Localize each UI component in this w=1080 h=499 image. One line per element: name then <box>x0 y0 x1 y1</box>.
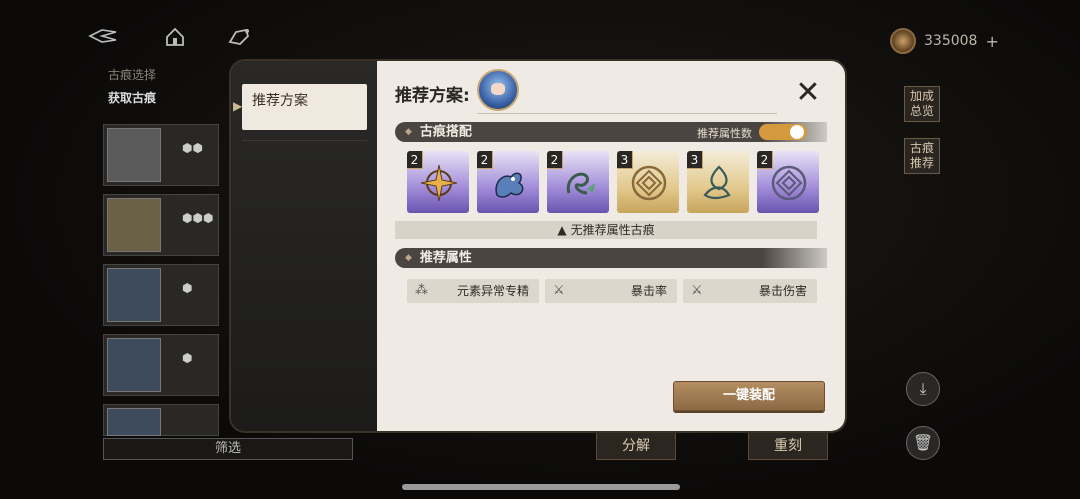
trace-card[interactable]: 3 <box>687 151 749 213</box>
section-bullet-icon: ◆ <box>405 253 412 263</box>
recommend-plan-dialog: ▶ 推荐方案 推荐方案: ✕ ◆ 古痕搭配 推荐属性数 2 2 2 3 3 2 … <box>231 61 845 431</box>
trace-thumbnail <box>107 128 161 182</box>
add-currency-button[interactable]: + <box>985 32 998 51</box>
trace-thumbnail <box>107 338 161 392</box>
trace-thumbnail <box>107 408 161 436</box>
warning-icon: ▲ <box>557 223 567 237</box>
divider <box>477 113 777 114</box>
screen: 335008 + 古痕选择 获取古痕 ⬢⬢ ⬢⬢⬢ ⬢ ⬢ 筛选 加成 总览 古… <box>0 0 1080 499</box>
list-item[interactable] <box>103 404 219 436</box>
trash-icon[interactable]: 🗑 <box>906 426 940 460</box>
currency-display: 335008 + <box>890 28 999 54</box>
list-item[interactable]: ⬢ <box>103 264 219 326</box>
compass-star-icon <box>420 164 458 202</box>
breadcrumb: 古痕选择 <box>108 68 157 82</box>
trace-recommend-button[interactable]: 古痕 推荐 <box>904 138 940 174</box>
divider <box>242 140 367 141</box>
tab-arrow-icon: ▶ <box>233 99 243 113</box>
list-item[interactable]: ⬢ <box>103 334 219 396</box>
trace-card[interactable]: 2 <box>407 151 469 213</box>
dialog-tab-sidebar: ▶ 推荐方案 <box>231 61 377 431</box>
section-trace-match: ◆ 古痕搭配 推荐属性数 <box>395 122 827 142</box>
ring-lattice-icon <box>771 165 807 201</box>
attr-crit-rate: ⚔ 暴击率 <box>545 279 677 303</box>
filter-button[interactable]: 筛选 <box>103 438 353 460</box>
back-arrow-icon[interactable] <box>88 26 118 50</box>
trace-card[interactable]: 2 <box>757 151 819 213</box>
avatar[interactable] <box>477 69 519 111</box>
list-item[interactable]: ⬢⬢⬢ <box>103 194 219 256</box>
slot-pattern-icon: ⬢ <box>182 281 193 295</box>
reforge-button[interactable]: 重刻 <box>748 432 828 460</box>
dragon-icon <box>495 172 524 198</box>
no-trace-warning: ▲ 无推荐属性古痕 <box>395 221 817 239</box>
quest-scroll-icon[interactable] <box>224 26 254 50</box>
recommended-attr-toggle[interactable] <box>759 124 807 140</box>
currency-amount: 335008 <box>924 33 978 49</box>
close-icon[interactable]: ✕ <box>793 78 823 109</box>
list-item[interactable]: ⬢⬢ <box>103 124 219 186</box>
dismantle-button[interactable]: 分解 <box>596 432 676 460</box>
trace-thumbnail <box>107 268 161 322</box>
serpent-icon <box>566 172 595 195</box>
dialog-content: 推荐方案: ✕ ◆ 古痕搭配 推荐属性数 2 2 2 3 3 2 ▲ 无推荐属性… <box>377 61 845 431</box>
sword-spark-icon: ⚔ <box>553 283 565 298</box>
attr-elemental-mastery: ⁂ 元素异常专精 <box>407 279 539 303</box>
plan-title: 推荐方案: <box>395 86 470 106</box>
coin-icon <box>890 28 916 54</box>
trace-list-panel: 古痕选择 获取古痕 ⬢⬢ ⬢⬢⬢ ⬢ ⬢ <box>100 66 230 496</box>
trace-card[interactable]: 2 <box>547 151 609 213</box>
trace-thumbnail <box>107 198 161 252</box>
section-title: 获取古痕 <box>108 91 157 105</box>
trace-card[interactable]: 3 <box>617 151 679 213</box>
section-recommended-attrs: ◆ 推荐属性 <box>395 248 827 268</box>
attr-crit-damage: ⚔ 暴击伤害 <box>683 279 817 303</box>
one-click-equip-button[interactable]: 一键装配 <box>673 381 825 411</box>
tab-recommend-plan[interactable]: 推荐方案 <box>242 84 367 130</box>
slot-pattern-icon: ⬢⬢ <box>182 141 203 155</box>
sword-spark-icon: ⚔ <box>691 283 703 298</box>
home-icon[interactable] <box>160 26 190 50</box>
slot-pattern-icon: ⬢ <box>182 351 193 365</box>
ring-lattice-icon <box>631 165 667 201</box>
home-indicator[interactable] <box>402 484 680 490</box>
trace-card[interactable]: 2 <box>477 151 539 213</box>
trinity-knot-icon <box>703 165 731 200</box>
bonus-overview-button[interactable]: 加成 总览 <box>904 86 940 122</box>
download-icon[interactable]: ⤓ <box>906 372 940 406</box>
section-bullet-icon: ◆ <box>405 127 412 137</box>
toggle-label: 推荐属性数 <box>697 127 752 140</box>
triangle-dots-icon: ⁂ <box>415 283 428 298</box>
slot-pattern-icon: ⬢⬢⬢ <box>182 211 214 225</box>
